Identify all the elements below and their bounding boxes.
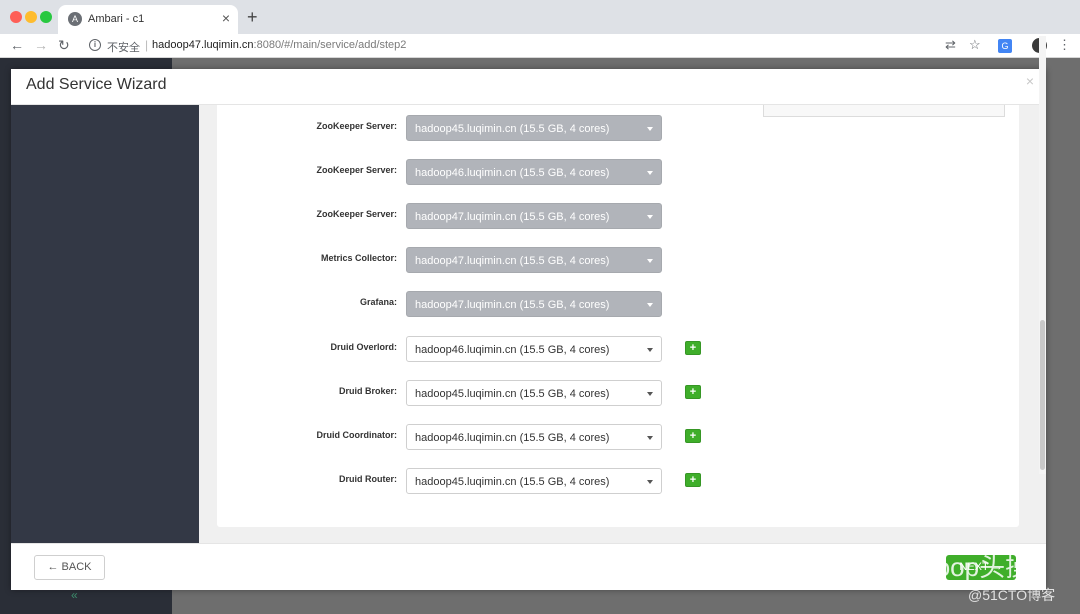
new-tab-button[interactable]: +: [247, 8, 258, 26]
security-label[interactable]: 不安全: [107, 39, 140, 55]
wizard-steps-sidebar: [11, 105, 199, 543]
watermark-sub: @51CTO博客: [968, 587, 1056, 603]
translate-icon[interactable]: ⇄: [945, 37, 956, 53]
browser-tabstrip: A Ambari - c1 × +: [0, 0, 1080, 34]
host-select[interactable]: hadoop45.luqimin.cn (15.5 GB, 4 cores): [406, 115, 662, 141]
component-label: Druid Broker:: [338, 386, 397, 396]
component-label: Metrics Collector:: [320, 253, 397, 263]
component-label: ZooKeeper Server:: [316, 209, 397, 219]
collapse-chevron-icon: «: [71, 588, 78, 602]
assignment-row: Druid Broker: hadoop45.luqimin.cn (15.5 …: [217, 380, 1019, 406]
url-path: :8080/#/main/service/add/step2: [253, 39, 407, 51]
caret-down-icon: [647, 303, 653, 307]
host-select-value: hadoop47.luqimin.cn (15.5 GB, 4 cores): [415, 211, 610, 223]
host-select[interactable]: hadoop45.luqimin.cn (15.5 GB, 4 cores): [406, 380, 662, 406]
watermark-title: Hadoop头操: [888, 552, 1032, 582]
component-label: ZooKeeper Server:: [316, 121, 397, 131]
component-label: Druid Overlord:: [330, 342, 397, 352]
component-label: Druid Coordinator:: [316, 430, 398, 440]
add-component-button[interactable]: +: [685, 429, 701, 443]
url-host: hadoop47.luqimin.cn: [152, 39, 254, 51]
address-bar[interactable]: hadoop47.luqimin.cn:8080/#/main/service/…: [152, 39, 406, 51]
assignment-row: Metrics Collector: hadoop47.luqimin.cn (…: [217, 247, 1019, 273]
scrollbar-thumb[interactable]: [1040, 320, 1045, 470]
tab-title: Ambari - c1: [88, 13, 145, 25]
host-select[interactable]: hadoop46.luqimin.cn (15.5 GB, 4 cores): [406, 159, 662, 185]
browser-tab[interactable]: A Ambari - c1 ×: [58, 5, 238, 34]
host-select-value: hadoop47.luqimin.cn (15.5 GB, 4 cores): [415, 255, 610, 267]
caret-down-icon: [647, 127, 653, 131]
caret-down-icon: [647, 215, 653, 219]
host-select[interactable]: hadoop46.luqimin.cn (15.5 GB, 4 cores): [406, 424, 662, 450]
modal-header: Add Service Wizard ×: [11, 69, 1046, 105]
wizard-body: ZooKeeper Server: hadoop45.luqimin.cn (1…: [199, 105, 1046, 543]
host-select-value: hadoop45.luqimin.cn (15.5 GB, 4 cores): [415, 388, 610, 400]
menu-dots-icon[interactable]: ⋮: [1058, 37, 1071, 53]
assignment-row: ZooKeeper Server: hadoop47.luqimin.cn (1…: [217, 203, 1019, 229]
bookmark-star-icon[interactable]: ☆: [969, 37, 981, 53]
caret-down-icon: [647, 480, 653, 484]
caret-down-icon: [647, 348, 653, 352]
maximize-window-button[interactable]: [40, 11, 52, 23]
back-arrow-icon[interactable]: ←: [10, 37, 24, 53]
caret-down-icon: [647, 436, 653, 440]
modal-close-icon[interactable]: ×: [1026, 73, 1034, 89]
add-component-button[interactable]: +: [685, 473, 701, 487]
component-label: Grafana:: [359, 297, 397, 307]
wechat-logo-icon: [838, 547, 880, 577]
browser-toolbar: ← → ↻ i 不安全 | hadoop47.luqimin.cn:8080/#…: [0, 34, 1080, 58]
add-component-button[interactable]: +: [685, 385, 701, 399]
caret-down-icon: [647, 171, 653, 175]
ambari-favicon-icon: A: [68, 12, 82, 26]
assignment-row: ZooKeeper Server: hadoop45.luqimin.cn (1…: [217, 115, 1019, 141]
host-select-value: hadoop47.luqimin.cn (15.5 GB, 4 cores): [415, 299, 610, 311]
caret-down-icon: [647, 392, 653, 396]
host-select[interactable]: hadoop47.luqimin.cn (15.5 GB, 4 cores): [406, 203, 662, 229]
assign-masters-panel: ZooKeeper Server: hadoop45.luqimin.cn (1…: [217, 105, 1019, 527]
reload-icon[interactable]: ↻: [58, 37, 70, 53]
back-button[interactable]: ← BACK: [34, 555, 105, 580]
modal-title: Add Service Wizard: [26, 76, 167, 93]
add-component-button[interactable]: +: [685, 341, 701, 355]
assignment-row: Druid Overlord: hadoop46.luqimin.cn (15.…: [217, 336, 1019, 362]
host-select-value: hadoop45.luqimin.cn (15.5 GB, 4 cores): [415, 123, 610, 135]
tab-close-icon[interactable]: ×: [222, 10, 230, 26]
minimize-window-button[interactable]: [25, 11, 37, 23]
watermark: Hadoop头操 @51CTO博客: [838, 545, 1068, 605]
info-icon[interactable]: i: [89, 39, 101, 51]
host-select-value: hadoop45.luqimin.cn (15.5 GB, 4 cores): [415, 476, 610, 488]
assignment-row: Druid Router: hadoop45.luqimin.cn (15.5 …: [217, 468, 1019, 494]
assignment-row: Druid Coordinator: hadoop46.luqimin.cn (…: [217, 424, 1019, 450]
host-select-value: hadoop46.luqimin.cn (15.5 GB, 4 cores): [415, 432, 610, 444]
component-label: ZooKeeper Server:: [316, 165, 397, 175]
host-select-value: hadoop46.luqimin.cn (15.5 GB, 4 cores): [415, 344, 610, 356]
component-label: Druid Router:: [339, 474, 397, 484]
url-separator: |: [145, 38, 149, 52]
host-select[interactable]: hadoop47.luqimin.cn (15.5 GB, 4 cores): [406, 247, 662, 273]
host-select[interactable]: hadoop45.luqimin.cn (15.5 GB, 4 cores): [406, 468, 662, 494]
host-select-value: hadoop46.luqimin.cn (15.5 GB, 4 cores): [415, 167, 610, 179]
caret-down-icon: [647, 259, 653, 263]
host-select[interactable]: hadoop46.luqimin.cn (15.5 GB, 4 cores): [406, 336, 662, 362]
assignment-row: ZooKeeper Server: hadoop46.luqimin.cn (1…: [217, 159, 1019, 185]
forward-arrow-icon[interactable]: →: [34, 37, 48, 53]
add-service-wizard-modal: Add Service Wizard × ZooKeeper Server: h…: [11, 69, 1046, 590]
host-select[interactable]: hadoop47.luqimin.cn (15.5 GB, 4 cores): [406, 291, 662, 317]
extension-icon[interactable]: G: [998, 39, 1012, 53]
close-window-button[interactable]: [10, 11, 22, 23]
assignment-row: Grafana: hadoop47.luqimin.cn (15.5 GB, 4…: [217, 291, 1019, 317]
